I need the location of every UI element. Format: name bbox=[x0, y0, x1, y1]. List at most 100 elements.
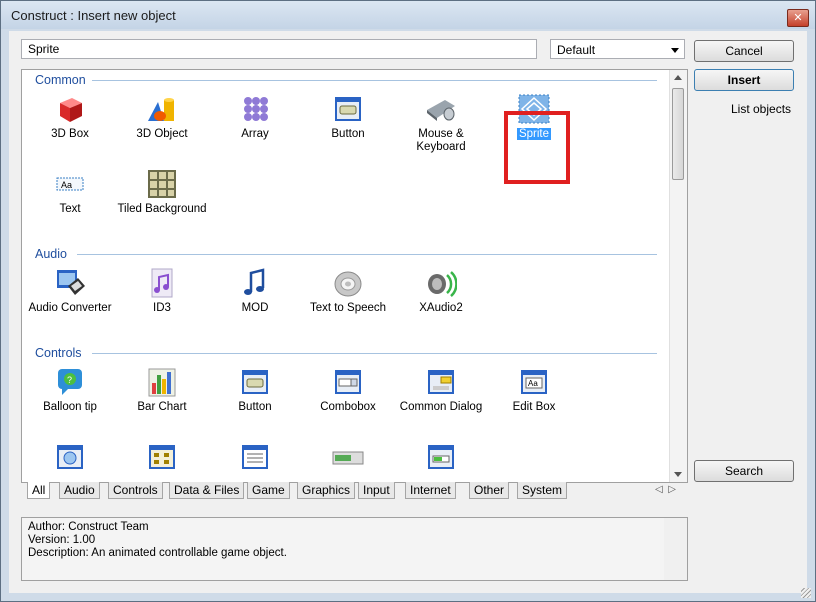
scroll-thumb[interactable] bbox=[672, 88, 684, 180]
category-header-audio: Audio bbox=[35, 247, 67, 261]
html-window-icon bbox=[54, 442, 86, 472]
window-title: Construct : Insert new object bbox=[11, 8, 176, 23]
object-3d-box[interactable]: 3D Box bbox=[24, 94, 116, 141]
object-label: Tiled Background bbox=[117, 203, 207, 215]
object-bar-chart[interactable]: Bar Chart bbox=[116, 367, 208, 414]
object-partial[interactable] bbox=[116, 442, 208, 476]
audio-converter-icon bbox=[54, 268, 86, 298]
object-button[interactable]: Button bbox=[302, 94, 394, 141]
chevron-down-icon bbox=[671, 48, 679, 53]
mouse-keyboard-icon bbox=[425, 94, 457, 124]
array-grid-icon bbox=[239, 94, 271, 124]
object-label: Common Dialog bbox=[399, 401, 483, 413]
shapes-icon bbox=[146, 94, 178, 124]
object-label: Audio Converter bbox=[28, 302, 112, 314]
title-bar: Construct : Insert new object ✕ bbox=[1, 1, 815, 29]
music-note-icon bbox=[239, 268, 271, 298]
object-label: 3D Box bbox=[51, 128, 89, 140]
object-text[interactable]: Aa Text bbox=[24, 169, 116, 216]
svg-text:Aa: Aa bbox=[528, 379, 538, 388]
object-list-scrollbar[interactable] bbox=[669, 70, 687, 482]
object-tiled-background[interactable]: Tiled Background bbox=[116, 169, 208, 216]
object-label: Button bbox=[331, 128, 365, 140]
category-divider bbox=[92, 80, 657, 81]
svg-text:Aa: Aa bbox=[61, 180, 72, 190]
insert-object-window: Construct : Insert new object ✕ Default … bbox=[0, 0, 816, 602]
object-3d-object[interactable]: 3D Object bbox=[116, 94, 208, 141]
object-label: 3D Object bbox=[136, 128, 188, 140]
object-mod[interactable]: MOD bbox=[209, 268, 301, 315]
list-window-icon bbox=[146, 442, 178, 472]
object-partial[interactable] bbox=[395, 442, 487, 476]
tab-input[interactable]: Input bbox=[358, 482, 395, 499]
object-combobox[interactable]: Combobox bbox=[302, 367, 394, 414]
tab-all[interactable]: All bbox=[27, 482, 51, 499]
search-input[interactable] bbox=[21, 39, 537, 59]
progress-bar-window-icon bbox=[425, 442, 457, 472]
description-panel: Author: Construct Team Version: 1.00 Des… bbox=[21, 517, 688, 581]
text-icon: Aa bbox=[54, 169, 86, 199]
object-button-control[interactable]: Button bbox=[209, 367, 301, 414]
tab-graphics[interactable]: Graphics bbox=[297, 482, 356, 499]
object-partial[interactable] bbox=[209, 442, 301, 476]
tab-other[interactable]: Other bbox=[469, 482, 510, 499]
speaker-waves-icon bbox=[425, 268, 458, 298]
cube-icon bbox=[54, 94, 86, 124]
object-label: Text bbox=[59, 203, 81, 215]
object-id3[interactable]: ID3 bbox=[116, 268, 208, 315]
author-text: Author: Construct Team bbox=[28, 521, 149, 533]
search-button[interactable]: Search bbox=[694, 460, 794, 482]
object-edit-box[interactable]: Aa Edit Box bbox=[488, 367, 580, 414]
edit-box-window-icon: Aa bbox=[518, 367, 550, 397]
list-objects-option[interactable]: List objects bbox=[731, 102, 791, 116]
common-dialog-icon bbox=[425, 367, 457, 397]
category-header-controls: Controls bbox=[35, 346, 82, 360]
object-balloon-tip[interactable]: ? Balloon tip bbox=[24, 367, 116, 414]
object-label: Array bbox=[241, 128, 269, 140]
tab-audio[interactable]: Audio bbox=[59, 482, 100, 499]
insert-button[interactable]: Insert bbox=[694, 69, 794, 91]
bar-chart-icon bbox=[146, 367, 178, 397]
filter-select[interactable]: Default bbox=[550, 39, 685, 59]
resize-grip[interactable] bbox=[801, 588, 811, 598]
object-label: Balloon tip bbox=[43, 401, 97, 413]
category-header-common: Common bbox=[35, 73, 86, 87]
object-partial[interactable] bbox=[302, 442, 394, 476]
object-partial[interactable] bbox=[24, 442, 116, 476]
category-tab-strip: All Audio Controls Data & Files Game Gra… bbox=[21, 482, 686, 500]
object-list-panel: Common 3D Box 3D Object Array Button Mou… bbox=[21, 69, 688, 483]
tab-system[interactable]: System bbox=[517, 482, 568, 499]
category-divider bbox=[92, 353, 657, 354]
filter-selected-value: Default bbox=[557, 43, 596, 57]
version-text: Version: 1.00 bbox=[28, 534, 96, 546]
cancel-button[interactable]: Cancel bbox=[694, 40, 794, 62]
object-label: Edit Box bbox=[512, 401, 556, 413]
tab-scroll-arrows[interactable]: ◁ ▷ bbox=[655, 484, 676, 495]
object-text-to-speech[interactable]: Text to Speech bbox=[302, 268, 394, 315]
category-divider bbox=[77, 254, 657, 255]
object-xaudio2[interactable]: XAudio2 bbox=[395, 268, 487, 315]
scroll-up-icon[interactable] bbox=[674, 75, 682, 80]
button-window-icon bbox=[332, 94, 364, 124]
tab-controls[interactable]: Controls bbox=[108, 482, 163, 499]
object-array[interactable]: Array bbox=[209, 94, 301, 141]
tab-internet[interactable]: Internet bbox=[405, 482, 456, 499]
scroll-down-icon[interactable] bbox=[674, 472, 682, 477]
object-label: MOD bbox=[241, 302, 269, 314]
svg-text:?: ? bbox=[67, 375, 72, 385]
close-button[interactable]: ✕ bbox=[787, 9, 809, 27]
dialog-client-area: Default Cancel Insert List objects Searc… bbox=[9, 31, 807, 593]
tab-data-files[interactable]: Data & Files bbox=[169, 482, 245, 499]
tab-game[interactable]: Game bbox=[247, 482, 290, 499]
object-audio-converter[interactable]: Audio Converter bbox=[24, 268, 116, 315]
object-label: XAudio2 bbox=[419, 302, 463, 314]
description-scrollbar[interactable] bbox=[664, 518, 687, 580]
object-common-dialog[interactable]: Common Dialog bbox=[395, 367, 487, 414]
music-file-icon bbox=[146, 268, 178, 298]
object-mouse-keyboard[interactable]: Mouse & Keyboard bbox=[395, 94, 487, 154]
combobox-window-icon bbox=[332, 367, 364, 397]
object-label: ID3 bbox=[153, 302, 171, 314]
button-window-icon bbox=[239, 367, 271, 397]
object-label: Combobox bbox=[320, 401, 376, 413]
speaker-icon bbox=[332, 268, 364, 298]
